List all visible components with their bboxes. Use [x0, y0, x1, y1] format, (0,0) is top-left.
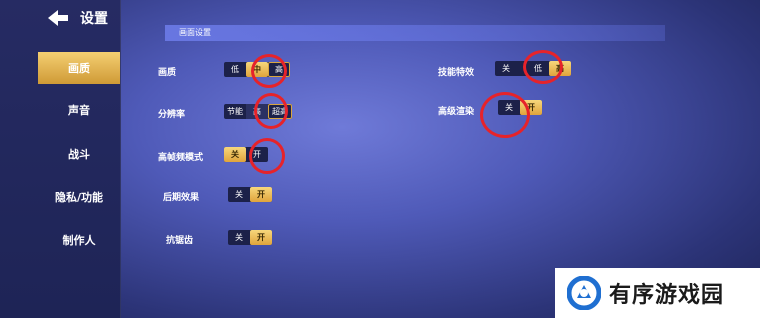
- sidebar: 设置 画质 声音 战斗 隐私/功能 制作人: [0, 0, 121, 318]
- post-effect-toggle: 关 开: [228, 187, 272, 202]
- antialias-option-off[interactable]: 关: [228, 230, 250, 245]
- site-logo-icon: [567, 276, 601, 310]
- high-fps-option-off[interactable]: 关: [224, 147, 246, 162]
- sidebar-item-label: 画质: [68, 62, 90, 75]
- resolution-option-eco[interactable]: 节能: [224, 104, 246, 119]
- annotation-circle: [254, 93, 288, 129]
- skill-fx-option-off[interactable]: 关: [495, 61, 517, 76]
- adv-render-label: 高级渲染: [438, 107, 475, 117]
- annotation-circle: [249, 138, 285, 174]
- page-title: 设置: [80, 11, 108, 27]
- sidebar-item-battle[interactable]: 战斗: [38, 138, 120, 170]
- high-fps-label: 高帧频模式: [158, 153, 204, 163]
- sidebar-item-sound[interactable]: 声音: [38, 94, 120, 126]
- back-arrow-icon[interactable]: [46, 9, 70, 27]
- sidebar-item-credits[interactable]: 制作人: [38, 224, 120, 256]
- sidebar-item-label: 隐私/功能: [54, 191, 104, 204]
- post-effect-label: 后期效果: [163, 193, 200, 203]
- quality-label: 画质: [158, 68, 177, 78]
- section-header: 画面设置: [165, 25, 665, 41]
- antialias-option-on[interactable]: 开: [250, 230, 272, 245]
- section-title: 画面设置: [179, 28, 211, 37]
- skill-fx-label: 技能特效: [438, 68, 475, 78]
- sidebar-item-label: 制作人: [62, 234, 96, 247]
- quality-option-low[interactable]: 低: [224, 62, 246, 77]
- header: 设置: [46, 8, 108, 28]
- watermark-text: 有序游戏园: [609, 283, 725, 308]
- sidebar-item-graphics[interactable]: 画质: [38, 52, 120, 84]
- antialias-toggle: 关 开: [228, 230, 272, 245]
- annotation-circle: [480, 92, 530, 138]
- post-effect-option-off[interactable]: 关: [228, 187, 250, 202]
- sidebar-item-privacy[interactable]: 隐私/功能: [38, 181, 120, 213]
- resolution-label: 分辨率: [158, 110, 186, 120]
- post-effect-option-on[interactable]: 开: [250, 187, 272, 202]
- annotation-circle: [523, 50, 563, 84]
- sidebar-item-label: 战斗: [68, 148, 90, 161]
- sidebar-item-label: 声音: [68, 104, 90, 117]
- antialias-label: 抗锯齿: [166, 236, 194, 246]
- watermark: 有序游戏园: [555, 268, 760, 318]
- annotation-circle: [251, 54, 287, 88]
